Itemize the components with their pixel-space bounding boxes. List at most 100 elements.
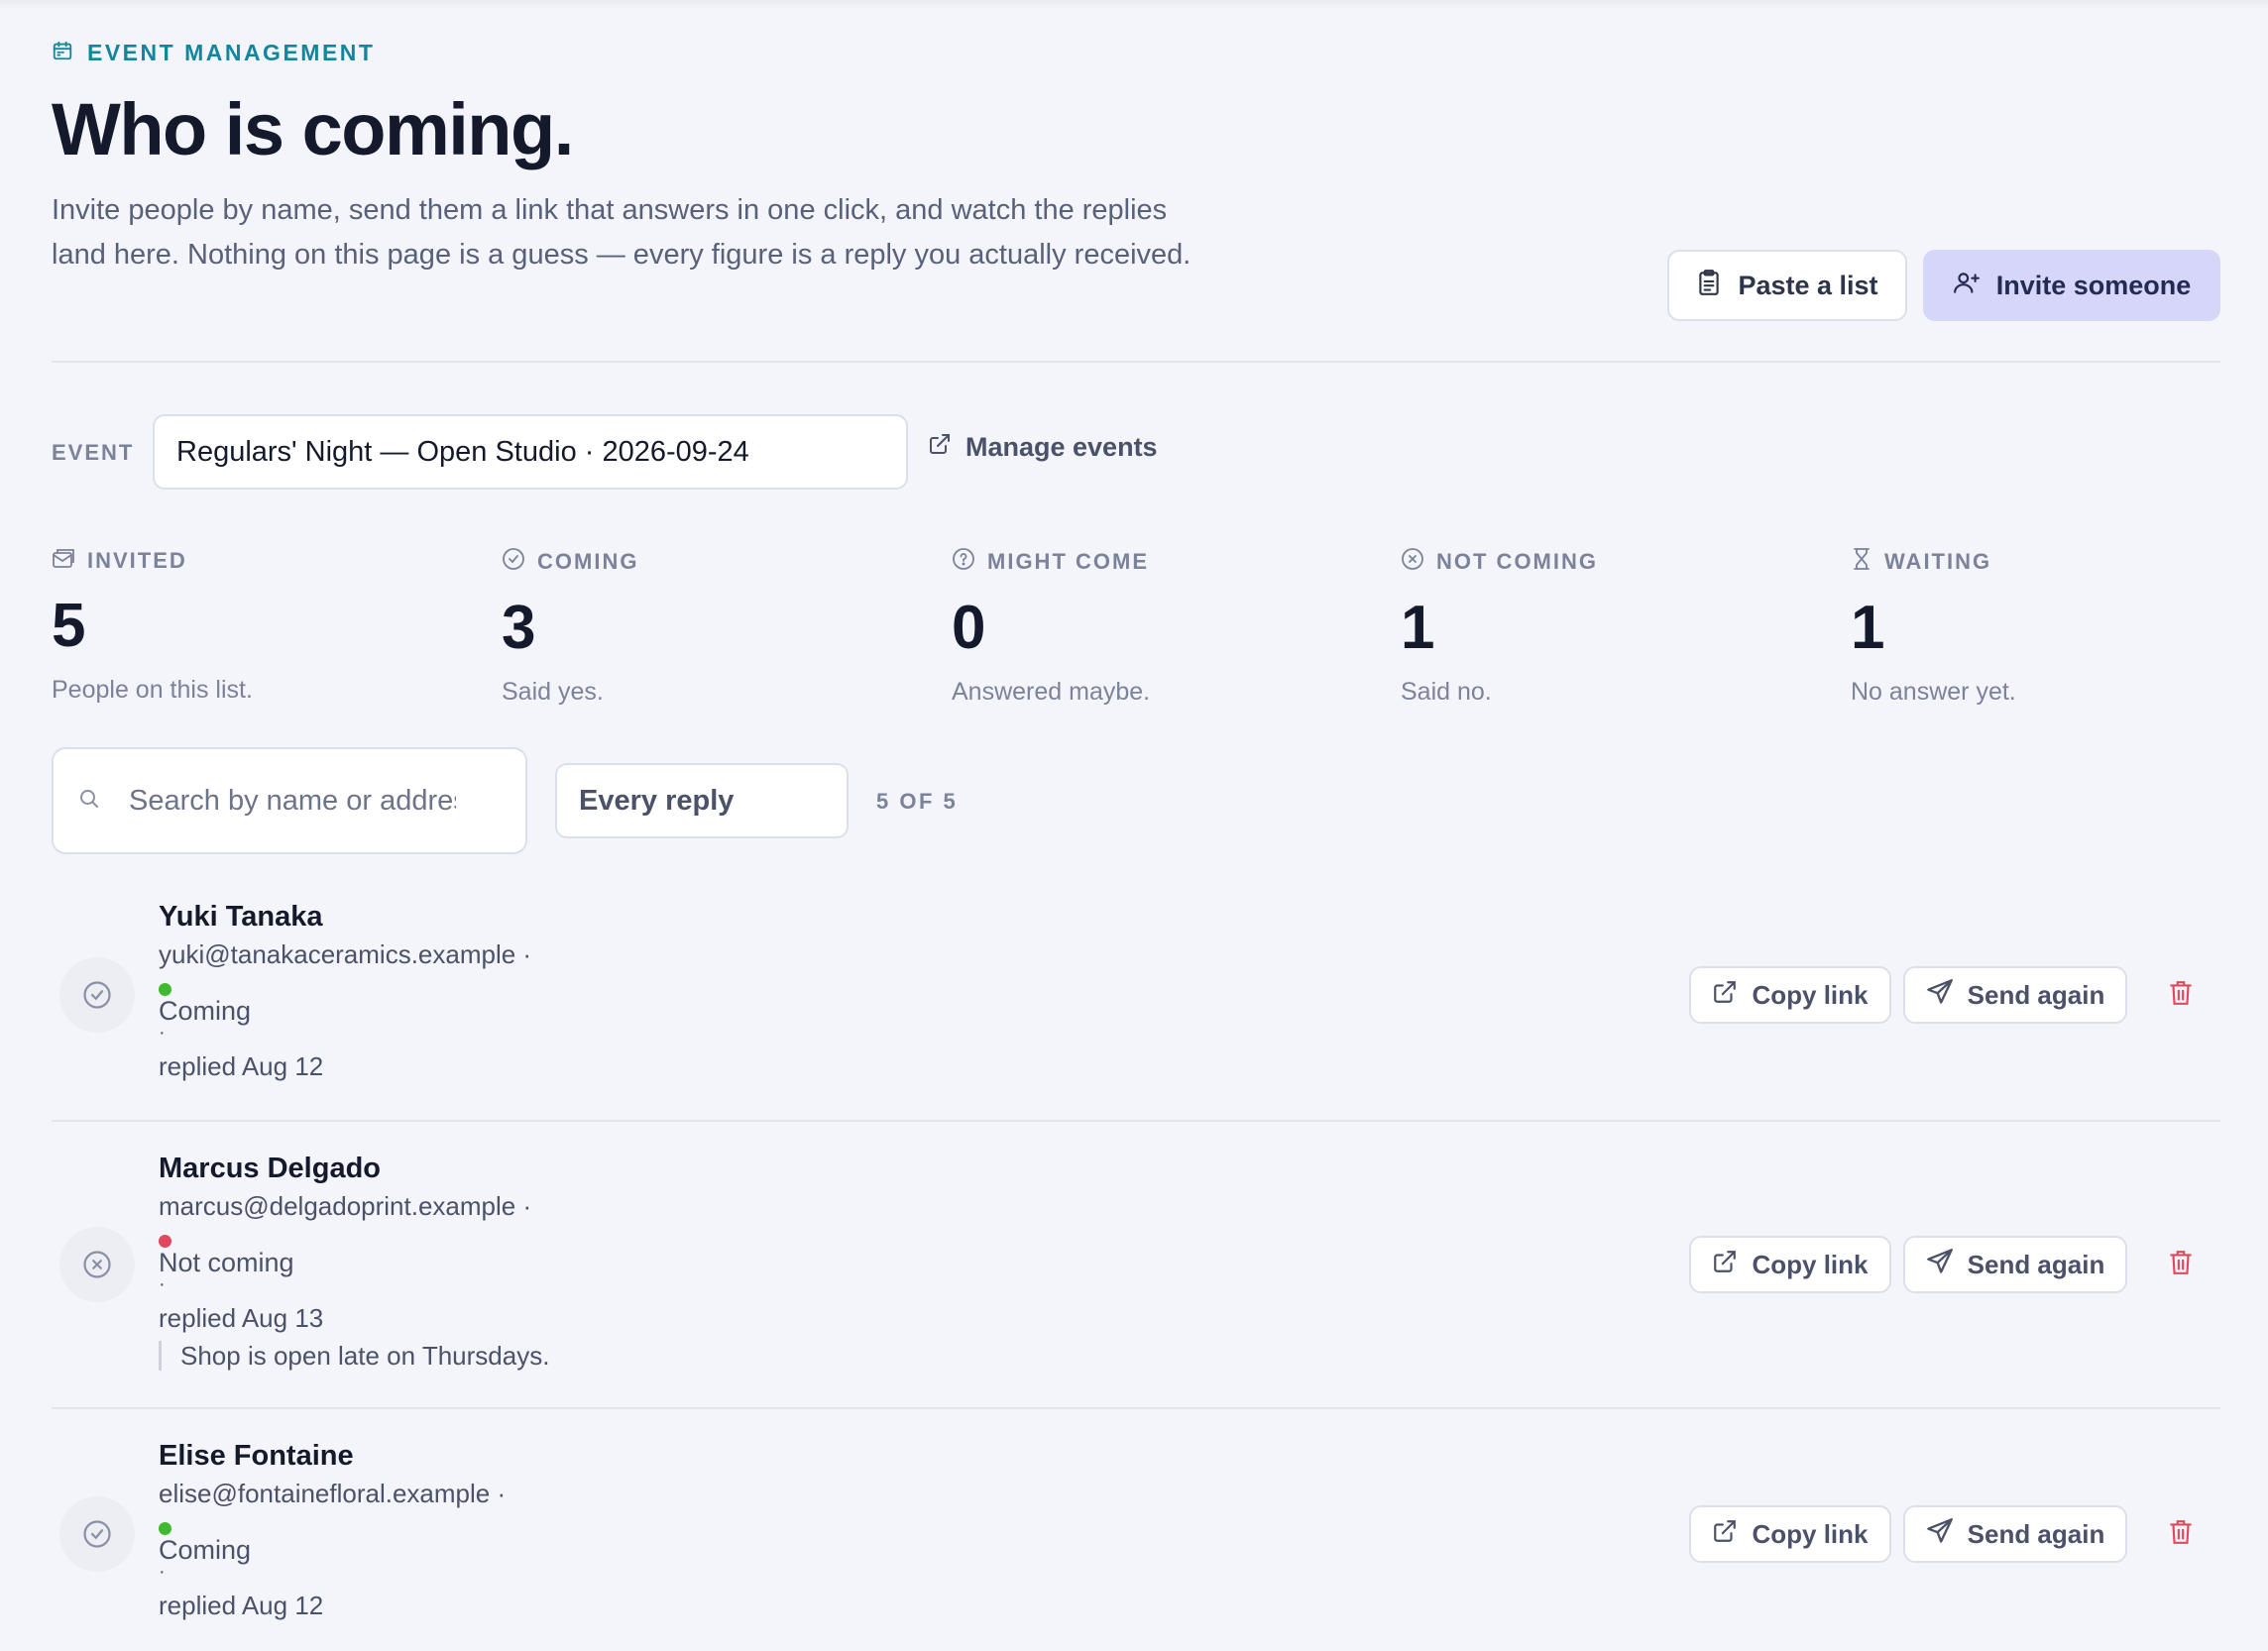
stat-might-come-value: 0 <box>952 594 986 662</box>
stat-might-come-caption: Answered maybe. <box>952 678 1151 706</box>
invite-someone-button[interactable]: Invite someone <box>1923 250 2220 321</box>
guest-replied: replied Aug 12 <box>159 1591 324 1620</box>
stat-waiting-value: 1 <box>1851 594 1885 662</box>
guest-name: Elise Fontaine <box>159 1440 354 1472</box>
header-divider <box>52 361 2220 363</box>
search-input[interactable] <box>129 784 456 818</box>
meta-separator: · <box>159 1561 166 1583</box>
search-icon <box>77 787 101 816</box>
send-again-label: Send again <box>1967 979 2105 1010</box>
stat-not-coming-value: 1 <box>1401 594 1435 662</box>
paste-list-label: Paste a list <box>1738 270 1878 300</box>
guest-name: Yuki Tanaka <box>159 901 323 933</box>
status-check-icon <box>59 957 135 1033</box>
guest-note: Shop is open late on Thursdays. <box>159 1341 1150 1371</box>
reply-filter-value: Every reply <box>579 784 735 817</box>
stat-not-coming-caption: Said no. <box>1401 678 1492 706</box>
trash-icon <box>2168 1518 2194 1551</box>
meta-separator: · <box>159 1273 166 1295</box>
row-divider <box>52 1120 2220 1122</box>
meta-separator: · <box>159 1022 166 1044</box>
trash-icon <box>2168 1249 2194 1281</box>
copy-link-label: Copy link <box>1752 1249 1869 1279</box>
send-icon <box>1926 1248 1954 1282</box>
status-dot <box>159 1235 171 1248</box>
question-circle-icon <box>952 547 975 577</box>
stat-invited-label: INVITED <box>87 548 187 573</box>
external-link-icon <box>928 432 952 463</box>
user-plus-icon <box>1953 270 1981 302</box>
guest-replied: replied Aug 12 <box>159 1051 324 1081</box>
status-dot <box>159 983 171 996</box>
copy-link-button[interactable]: Copy link <box>1689 1505 1891 1563</box>
stat-coming-label: COMING <box>537 549 639 574</box>
row-divider <box>52 1407 2220 1409</box>
guest-name: Marcus Delgado <box>159 1153 381 1184</box>
delete-button[interactable] <box>2161 1236 2201 1293</box>
page: EVENT MANAGEMENT Who is coming. Invite p… <box>0 0 2268 1651</box>
stat-coming-caption: Said yes. <box>502 678 604 706</box>
event-select-value: Regulars' Night — Open Studio · 2026-09-… <box>176 435 749 468</box>
guest-replied: replied Aug 13 <box>159 1303 324 1333</box>
eyebrow: EVENT MANAGEMENT <box>52 40 375 66</box>
delete-button[interactable] <box>2161 1505 2201 1563</box>
send-again-label: Send again <box>1967 1249 2105 1279</box>
stat-invited-caption: People on this list. <box>52 676 253 704</box>
hourglass-icon <box>1851 547 1872 577</box>
send-again-label: Send again <box>1967 1518 2105 1549</box>
x-circle-icon <box>1401 547 1424 577</box>
reply-filter-select[interactable]: Every reply <box>555 763 849 838</box>
event-label: EVENT <box>52 440 135 465</box>
result-count: 5 OF 5 <box>876 789 959 814</box>
stat-not-coming-label: NOT COMING <box>1436 549 1598 574</box>
send-again-button[interactable]: Send again <box>1903 966 2127 1024</box>
page-description: Invite people by name, send them a link … <box>52 194 1191 271</box>
stat-invited: INVITED 5 People on this list. <box>52 547 468 705</box>
guest-status: Coming <box>159 1535 252 1565</box>
guest-row: Elise Fontaine elise@fontainefloral.exam… <box>52 1439 2220 1651</box>
send-icon <box>1926 1517 1954 1552</box>
paste-list-button[interactable]: Paste a list <box>1667 250 1907 321</box>
guest-status: Not coming <box>159 1248 294 1277</box>
envelope-icon <box>52 547 75 575</box>
calendar-icon <box>52 40 73 66</box>
stat-not-coming: NOT COMING 1 Said no. <box>1401 547 1817 707</box>
clipboard-icon <box>1696 269 1722 303</box>
copy-link-button[interactable]: Copy link <box>1689 1236 1891 1293</box>
check-circle-icon <box>502 547 525 577</box>
stat-waiting-label: WAITING <box>1884 549 1992 574</box>
page-title: Who is coming. <box>52 88 574 170</box>
external-link-icon <box>1712 979 1738 1012</box>
manage-events-link[interactable]: Manage events <box>928 432 1158 463</box>
invite-someone-label: Invite someone <box>1995 270 2192 300</box>
copy-link-button[interactable]: Copy link <box>1689 966 1891 1024</box>
stat-coming-value: 3 <box>502 594 536 662</box>
trash-icon <box>2168 979 2194 1012</box>
status-x-icon <box>59 1227 135 1302</box>
guest-row: Marcus Delgado marcus@delgadoprint.examp… <box>52 1152 2220 1411</box>
eyebrow-text: EVENT MANAGEMENT <box>87 40 376 65</box>
external-link-icon <box>1712 1518 1738 1551</box>
send-again-button[interactable]: Send again <box>1903 1236 2127 1293</box>
search-box[interactable] <box>52 747 527 854</box>
guest-row: Yuki Tanaka yuki@tanakaceramics.example … <box>52 900 2220 1122</box>
stat-might-come-label: MIGHT COME <box>987 549 1149 574</box>
stat-waiting-caption: No answer yet. <box>1851 678 2016 706</box>
copy-link-label: Copy link <box>1752 979 1869 1010</box>
send-again-button[interactable]: Send again <box>1903 1505 2127 1563</box>
event-select[interactable]: Regulars' Night — Open Studio · 2026-09-… <box>153 414 908 490</box>
guest-email: elise@fontainefloral.example · <box>159 1479 507 1508</box>
status-dot <box>159 1522 171 1535</box>
stat-coming: COMING 3 Said yes. <box>502 547 918 707</box>
status-check-icon <box>59 1496 135 1572</box>
send-icon <box>1926 978 1954 1013</box>
stat-might-come: MIGHT COME 0 Answered maybe. <box>952 547 1368 707</box>
copy-link-label: Copy link <box>1752 1518 1869 1549</box>
delete-button[interactable] <box>2161 966 2201 1024</box>
manage-events-label: Manage events <box>965 432 1158 462</box>
guest-status: Coming <box>159 996 252 1026</box>
guest-email: marcus@delgadoprint.example · <box>159 1191 532 1221</box>
guest-email: yuki@tanakaceramics.example · <box>159 939 532 969</box>
top-shadow <box>0 0 2268 10</box>
stat-waiting: WAITING 1 No answer yet. <box>1851 547 2267 707</box>
